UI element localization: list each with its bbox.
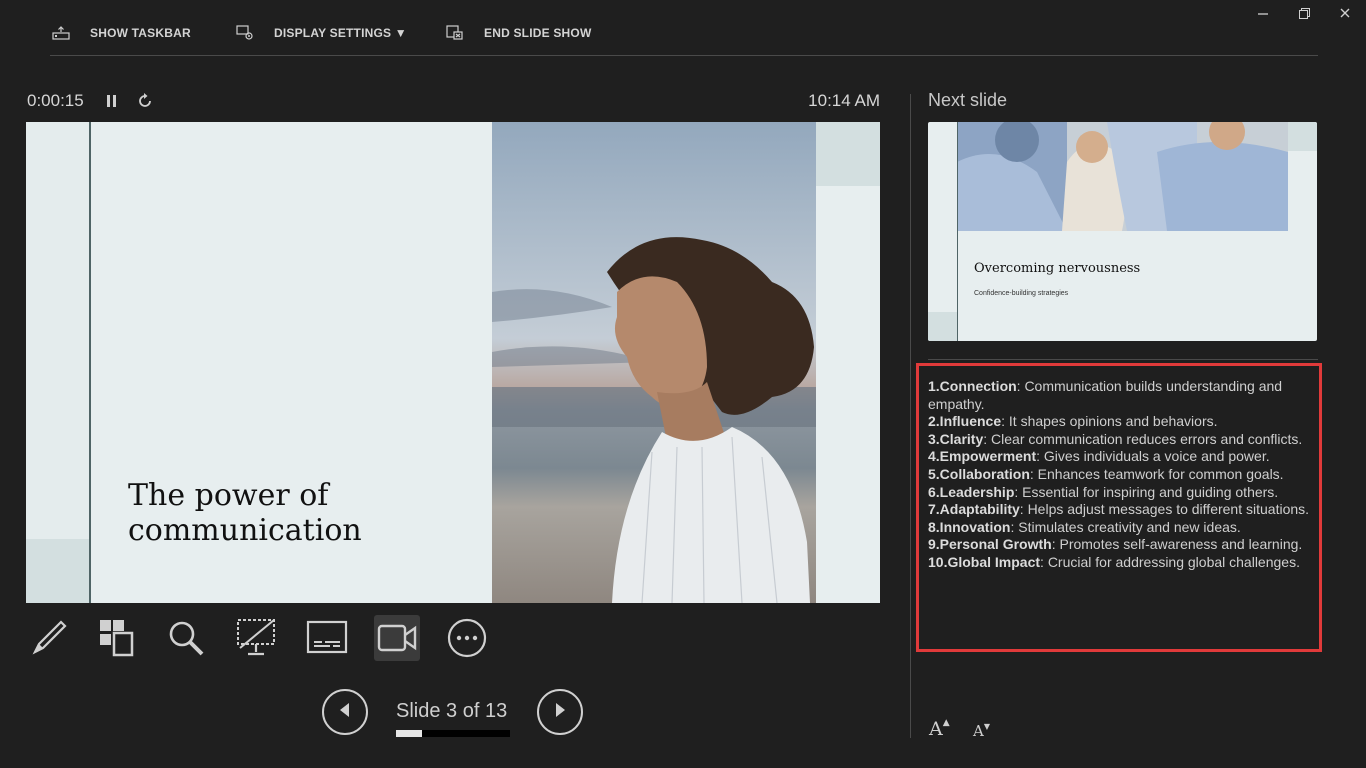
previous-arrow-icon	[337, 701, 353, 724]
next-slide-title: Overcoming nervousness	[974, 261, 1141, 276]
show-taskbar-label: SHOW TASKBAR	[90, 26, 191, 40]
slide-left-strip	[26, 122, 89, 603]
note-term: 3.Clarity	[928, 430, 984, 447]
end-slide-show-label: END SLIDE SHOW	[484, 26, 592, 40]
note-term: 10.Global Impact	[928, 553, 1041, 570]
note-item: 1.Connection: Communication builds under…	[928, 378, 1310, 413]
next-slide-accent-line	[957, 122, 958, 341]
note-text: : Promotes self-awareness and learning.	[1051, 536, 1303, 553]
increase-font-label: A	[929, 718, 943, 740]
note-item: 2.Influence: It shapes opinions and beha…	[928, 413, 1310, 431]
pause-icon[interactable]	[105, 93, 119, 114]
toolbar-divider	[50, 55, 1318, 56]
next-slide-subtitle: Confidence-building strategies	[974, 290, 1069, 297]
close-icon[interactable]	[1332, 4, 1358, 22]
slide-corner-block	[26, 539, 89, 603]
display-settings-label: DISPLAY SETTINGS ▼	[274, 26, 407, 40]
end-show-icon	[446, 25, 464, 41]
slide-progress-fill	[396, 730, 423, 737]
restart-timer-icon[interactable]	[137, 93, 153, 114]
decrease-font-button[interactable]: A▼	[973, 722, 990, 740]
note-item: 4.Empowerment: Gives individuals a voice…	[928, 448, 1310, 466]
slide-title-line1: The power of	[128, 478, 329, 513]
next-slide-button[interactable]	[537, 689, 583, 735]
display-settings-button[interactable]: DISPLAY SETTINGS ▼	[236, 22, 407, 44]
note-text: : Clear communication reduces errors and…	[983, 430, 1303, 447]
more-options-icon[interactable]	[444, 615, 490, 661]
slide-corner-block-top	[816, 122, 880, 186]
current-time: 10:14 AM	[808, 91, 880, 110]
end-slide-show-button[interactable]: END SLIDE SHOW	[446, 22, 591, 44]
note-item: 10.Global Impact: Crucial for addressing…	[928, 554, 1310, 572]
restore-icon[interactable]	[1291, 4, 1317, 22]
zoom-icon[interactable]	[163, 615, 209, 661]
speaker-notes-highlight: 1.Connection: Communication builds under…	[916, 363, 1322, 652]
panel-divider	[910, 94, 911, 738]
decrease-font-label: A	[973, 722, 984, 740]
slide-title: The power of communication	[128, 478, 362, 548]
next-arrow-icon	[552, 701, 568, 724]
note-text: : Enhances teamwork for common goals.	[1029, 465, 1284, 482]
current-slide[interactable]: The power of communication	[26, 122, 880, 603]
note-text: : Essential for inspiring and guiding ot…	[1014, 483, 1279, 500]
note-item: 5.Collaboration: Enhances teamwork for c…	[928, 466, 1310, 484]
slide-counter[interactable]: Slide 3 of 13	[396, 700, 507, 723]
note-term: 1.Connection	[928, 378, 1017, 394]
note-term: 7.Adaptability	[928, 501, 1020, 518]
minimize-icon[interactable]	[1250, 4, 1276, 22]
increase-caret-icon: ▲	[942, 718, 950, 728]
slide-photo	[492, 122, 816, 603]
taskbar-icon	[52, 26, 70, 40]
black-screen-icon[interactable]	[233, 615, 279, 661]
note-item: 3.Clarity: Clear communication reduces e…	[928, 431, 1310, 449]
speaker-notes[interactable]: 1.Connection: Communication builds under…	[928, 378, 1310, 572]
note-item: 7.Adaptability: Helps adjust messages to…	[928, 501, 1310, 519]
note-term: 4.Empowerment	[928, 448, 1037, 465]
note-term: 9.Personal Growth	[928, 536, 1052, 553]
slide-accent-line	[89, 122, 91, 603]
previous-slide-button[interactable]	[322, 689, 368, 735]
pen-icon[interactable]	[26, 615, 72, 661]
slide-title-line2: communication	[128, 513, 362, 548]
note-text: : Gives individuals a voice and power.	[1036, 448, 1270, 465]
next-slide-corner-block	[928, 312, 957, 341]
note-item: 6.Leadership: Essential for inspiring an…	[928, 484, 1310, 502]
note-term: 2.Influence	[928, 413, 1002, 430]
see-all-slides-icon[interactable]	[93, 615, 139, 661]
next-slide-corner-block-top	[1288, 122, 1317, 151]
increase-font-button[interactable]: A▲	[929, 718, 950, 740]
decrease-caret-icon: ▼	[983, 722, 990, 731]
note-text: : Helps adjust messages to different sit…	[1019, 501, 1310, 518]
elapsed-timer: 0:00:15	[27, 91, 84, 110]
slide-progress-bar	[396, 730, 510, 737]
show-taskbar-button[interactable]: SHOW TASKBAR	[52, 22, 191, 44]
note-term: 5.Collaboration	[928, 465, 1030, 482]
note-text: : Crucial for addressing global challeng…	[1040, 553, 1300, 570]
notes-divider	[928, 359, 1318, 360]
note-term: 6.Leadership	[928, 483, 1015, 500]
next-slide-label: Next slide	[928, 90, 1008, 110]
camera-icon[interactable]	[374, 615, 420, 661]
display-settings-icon	[236, 25, 254, 41]
subtitles-icon[interactable]	[304, 615, 350, 661]
note-text: : It shapes opinions and behaviors.	[1001, 413, 1218, 430]
note-item: 8.Innovation: Stimulates creativity and …	[928, 519, 1310, 537]
next-slide-photo	[957, 122, 1288, 231]
note-term: 8.Innovation	[928, 518, 1011, 535]
next-slide-preview[interactable]: Overcoming nervousness Confidence-buildi…	[928, 122, 1317, 341]
note-item: 9.Personal Growth: Promotes self-awarene…	[928, 536, 1310, 554]
note-text: : Stimulates creativity and new ideas.	[1010, 518, 1241, 535]
